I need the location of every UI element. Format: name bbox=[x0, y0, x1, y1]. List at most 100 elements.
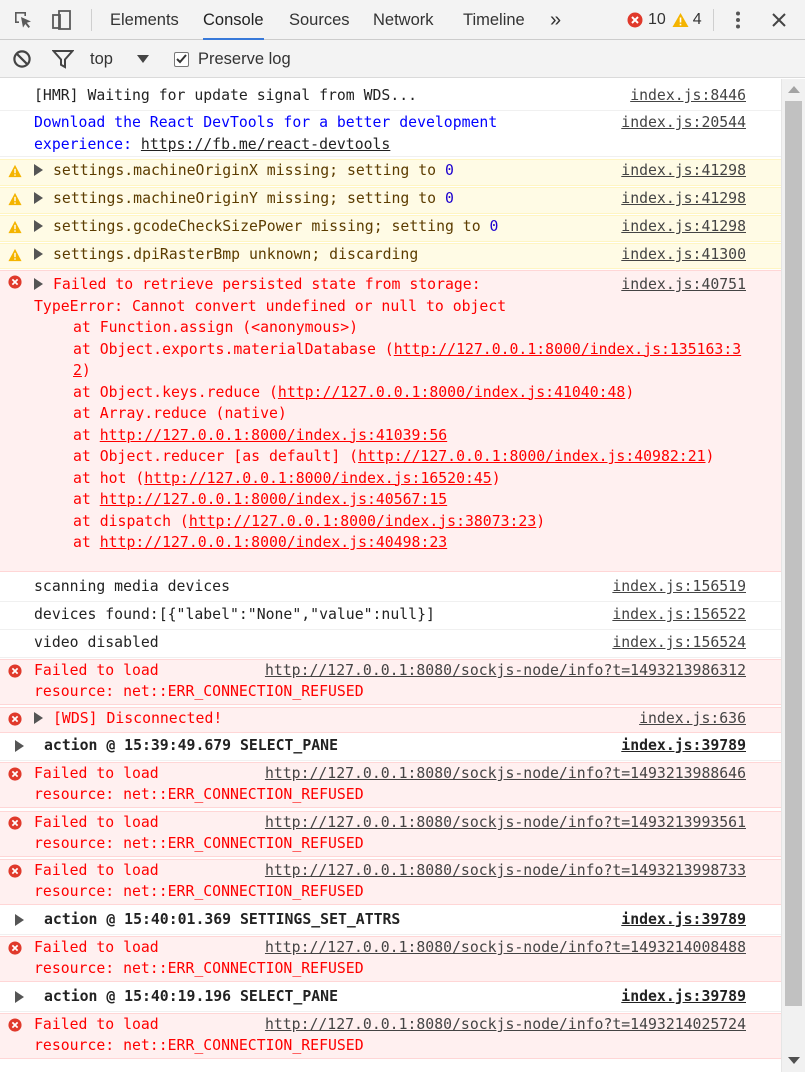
error-icon bbox=[8, 816, 22, 830]
source-link[interactable]: index.js:41300 bbox=[621, 244, 746, 266]
inspect-element-icon[interactable] bbox=[10, 0, 36, 40]
console-toolbar: top Preserve log bbox=[0, 40, 805, 78]
stack-frame-text: at dispatch ( bbox=[73, 512, 189, 530]
warning-icon bbox=[672, 13, 689, 27]
error-count: 10 bbox=[648, 11, 666, 28]
resource-link[interactable]: http://127.0.0.1:8080/sockjs-node/info?t… bbox=[265, 1014, 746, 1036]
source-link[interactable]: index.js:39789 bbox=[621, 735, 746, 757]
toolbar-divider bbox=[91, 9, 92, 31]
stack-frame-link[interactable]: http://127.0.0.1:8000/index.js:41040:48 bbox=[278, 384, 625, 401]
error-stack: Failed to retrieve persisted state from … bbox=[34, 274, 749, 554]
stack-frame-link[interactable]: http://127.0.0.1:8000/index.js:41039:56 bbox=[100, 427, 447, 444]
message-body: [WDS] Disconnected! bbox=[53, 710, 223, 727]
console-group[interactable]: action @ 15:40:01.369 SETTINGS_SET_ATTRS… bbox=[0, 909, 781, 935]
console-message: devices found:[{"label":"None","value":n… bbox=[0, 604, 781, 630]
message-number: 0 bbox=[444, 162, 454, 179]
console-error: Failed to load http://127.0.0.1:8080/soc… bbox=[0, 859, 781, 905]
source-link[interactable]: index.js:41298 bbox=[621, 216, 746, 238]
stack-frame: at http://127.0.0.1:8000/index.js:40567:… bbox=[34, 489, 749, 511]
source-link[interactable]: index.js:156522 bbox=[612, 604, 746, 626]
more-tabs-button[interactable]: » bbox=[550, 0, 561, 40]
stack-frame: at Array.reduce (native) bbox=[73, 405, 287, 422]
message-text: devices found:[{"label":"None","value":n… bbox=[34, 606, 435, 623]
preserve-log-checkbox[interactable] bbox=[174, 51, 189, 67]
source-link[interactable]: index.js:8446 bbox=[630, 85, 746, 107]
expand-arrow-icon[interactable] bbox=[15, 914, 24, 926]
tab-sources[interactable]: Sources bbox=[289, 0, 350, 40]
source-link[interactable]: index.js:636 bbox=[639, 708, 746, 730]
console-error: Failed to load http://127.0.0.1:8080/soc… bbox=[0, 1013, 781, 1059]
source-link[interactable]: index.js:20544 bbox=[621, 112, 746, 134]
stack-frame-link[interactable]: http://127.0.0.1:8000/index.js:40982:21 bbox=[358, 448, 705, 465]
stack-frame-link[interactable]: http://127.0.0.1:8000/index.js:16520:45 bbox=[144, 470, 491, 487]
expand-arrow-icon[interactable] bbox=[34, 220, 43, 232]
preserve-log-toggle[interactable]: Preserve log bbox=[174, 40, 291, 78]
stack-frame-text: at bbox=[73, 534, 100, 551]
resource-link[interactable]: http://127.0.0.1:8080/sockjs-node/info?t… bbox=[265, 812, 746, 834]
scroll-down-arrow-icon[interactable] bbox=[788, 1057, 800, 1064]
console-scrollbar[interactable] bbox=[781, 79, 805, 1072]
error-icon bbox=[8, 1018, 22, 1032]
error-icon bbox=[8, 941, 22, 955]
stack-frame-text: at Object.keys.reduce ( bbox=[73, 383, 278, 401]
stack-frame-text: at bbox=[73, 426, 100, 444]
console-group[interactable]: action @ 15:39:49.679 SELECT_PANE index.… bbox=[0, 735, 781, 761]
stack-frame: at Function.assign (<anonymous>) bbox=[73, 319, 359, 336]
expand-arrow-icon[interactable] bbox=[34, 164, 43, 176]
message-text: Failed to load bbox=[34, 862, 159, 879]
message-text: settings.machineOriginY missing; setting… bbox=[34, 188, 454, 210]
error-icon bbox=[8, 275, 22, 289]
scroll-up-arrow-icon[interactable] bbox=[788, 86, 800, 93]
clear-console-icon[interactable] bbox=[12, 40, 32, 78]
console-error: Failed to load http://127.0.0.1:8080/soc… bbox=[0, 659, 781, 705]
tab-console[interactable]: Console bbox=[203, 0, 264, 40]
stack-frame: at hot (http://127.0.0.1:8000/index.js:1… bbox=[34, 468, 749, 490]
expand-arrow-icon[interactable] bbox=[34, 712, 43, 724]
console-message: Download the React DevTools for a better… bbox=[0, 112, 781, 157]
filter-icon[interactable] bbox=[52, 40, 74, 78]
tab-network[interactable]: Network bbox=[373, 0, 434, 40]
resource-link[interactable]: http://127.0.0.1:8080/sockjs-node/info?t… bbox=[265, 937, 746, 959]
stack-frame-link[interactable]: http://127.0.0.1:8000/index.js:40567:15 bbox=[100, 491, 447, 508]
devtools-link[interactable]: https://fb.me/react-devtools bbox=[141, 136, 390, 153]
source-link[interactable]: index.js:41298 bbox=[621, 188, 746, 210]
console-message: scanning media devices index.js:156519 bbox=[0, 576, 781, 602]
console-group[interactable]: action @ 15:40:19.196 SELECT_PANE index.… bbox=[0, 986, 781, 1012]
source-link[interactable]: index.js:41298 bbox=[621, 160, 746, 182]
device-toolbar-icon[interactable] bbox=[48, 0, 76, 40]
context-selector[interactable]: top bbox=[90, 40, 149, 78]
source-link[interactable]: index.js:39789 bbox=[621, 909, 746, 931]
resource-link[interactable]: http://127.0.0.1:8080/sockjs-node/info?t… bbox=[265, 660, 746, 682]
checkmark-icon bbox=[176, 54, 187, 64]
stack-frame-link[interactable]: http://127.0.0.1:8000/index.js:38073:23 bbox=[189, 513, 536, 530]
expand-arrow-icon[interactable] bbox=[34, 248, 43, 260]
console-error: Failed to retrieve persisted state from … bbox=[0, 270, 781, 572]
toolbar-divider bbox=[713, 9, 714, 31]
more-options-icon[interactable] bbox=[728, 0, 748, 40]
scrollbar-thumb[interactable] bbox=[785, 101, 802, 1006]
expand-arrow-icon[interactable] bbox=[15, 740, 24, 752]
close-icon[interactable] bbox=[766, 0, 792, 40]
expand-arrow-icon[interactable] bbox=[15, 991, 24, 1003]
resource-link[interactable]: http://127.0.0.1:8080/sockjs-node/info?t… bbox=[265, 860, 746, 882]
console-error: Failed to load http://127.0.0.1:8080/soc… bbox=[0, 762, 781, 808]
source-link[interactable]: index.js:156519 bbox=[612, 576, 746, 598]
error-icon bbox=[8, 864, 22, 878]
stack-frame-text: ) bbox=[625, 383, 635, 401]
source-link[interactable]: index.js:39789 bbox=[621, 986, 746, 1008]
console-warning: settings.dpiRasterBmp unknown; discardin… bbox=[0, 243, 781, 269]
expand-arrow-icon[interactable] bbox=[34, 278, 43, 290]
source-link[interactable]: index.js:156524 bbox=[612, 632, 746, 654]
expand-arrow-icon[interactable] bbox=[34, 192, 43, 204]
error-warning-counter[interactable]: 10 4 bbox=[627, 0, 702, 40]
console-error: Failed to load http://127.0.0.1:8080/soc… bbox=[0, 936, 781, 982]
console-warning: settings.machineOriginX missing; setting… bbox=[0, 159, 781, 186]
tab-timeline[interactable]: Timeline bbox=[463, 0, 525, 40]
group-title: action @ 15:39:49.679 SELECT_PANE bbox=[44, 737, 338, 754]
message-text: Download the React DevTools for a better… bbox=[34, 112, 574, 155]
tab-elements[interactable]: Elements bbox=[110, 0, 179, 40]
message-text: Failed to load bbox=[34, 814, 159, 831]
resource-link[interactable]: http://127.0.0.1:8080/sockjs-node/info?t… bbox=[265, 763, 746, 785]
stack-frame-link[interactable]: http://127.0.0.1:8000/index.js:40498:23 bbox=[100, 534, 447, 551]
source-link[interactable]: index.js:40751 bbox=[621, 274, 746, 296]
